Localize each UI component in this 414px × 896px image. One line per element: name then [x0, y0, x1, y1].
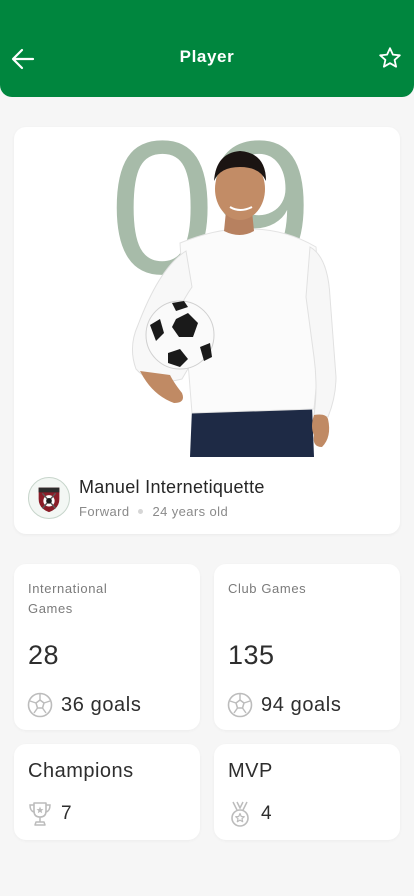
- champions-row: 7: [27, 800, 72, 828]
- club-games-label: Club Games: [228, 581, 307, 596]
- club-goals: 94 goals: [261, 693, 342, 716]
- star-outline-icon[interactable]: [378, 46, 402, 70]
- mvp-row: 4: [227, 800, 272, 828]
- international-games-count: 28: [28, 640, 60, 670]
- soccer-ball-icon: [227, 692, 253, 718]
- player-position: Forward: [79, 504, 130, 519]
- champions-label: Champions: [28, 760, 134, 782]
- international-games-label: International Games: [28, 581, 108, 616]
- mvp-card[interactable]: MVP 4: [214, 744, 400, 840]
- player-name: Manuel Internetiquette: [79, 477, 265, 497]
- separator-dot: [138, 509, 144, 514]
- mvp-count: 4: [261, 803, 272, 824]
- international-games-card[interactable]: International Games 28 36 goals: [14, 564, 200, 730]
- champions-count: 7: [61, 803, 72, 824]
- player-age: 24 years old: [152, 504, 229, 519]
- player-card: 09 Manuel Internetiquette Forward 24 yea…: [14, 127, 400, 534]
- player-meta: Forward 24 years old: [79, 504, 228, 519]
- player-photo: [132, 151, 337, 457]
- club-goals-row: 94 goals: [227, 692, 341, 718]
- page-title: Player: [179, 47, 235, 66]
- club-crest-icon: [28, 477, 70, 519]
- international-goals: 36 goals: [61, 693, 142, 716]
- medal-icon: [231, 801, 249, 827]
- soccer-ball-icon: [27, 692, 53, 718]
- international-goals-row: 36 goals: [27, 692, 141, 718]
- champions-card[interactable]: Champions 7: [14, 744, 200, 840]
- club-games-count: 135: [228, 640, 275, 670]
- app-bar: Player: [0, 0, 414, 97]
- trophy-icon: [29, 802, 51, 826]
- player-info: Manuel Internetiquette Forward 24 years …: [28, 475, 386, 521]
- club-games-card[interactable]: Club Games 135 94 goals: [214, 564, 400, 730]
- mvp-label: MVP: [228, 760, 273, 782]
